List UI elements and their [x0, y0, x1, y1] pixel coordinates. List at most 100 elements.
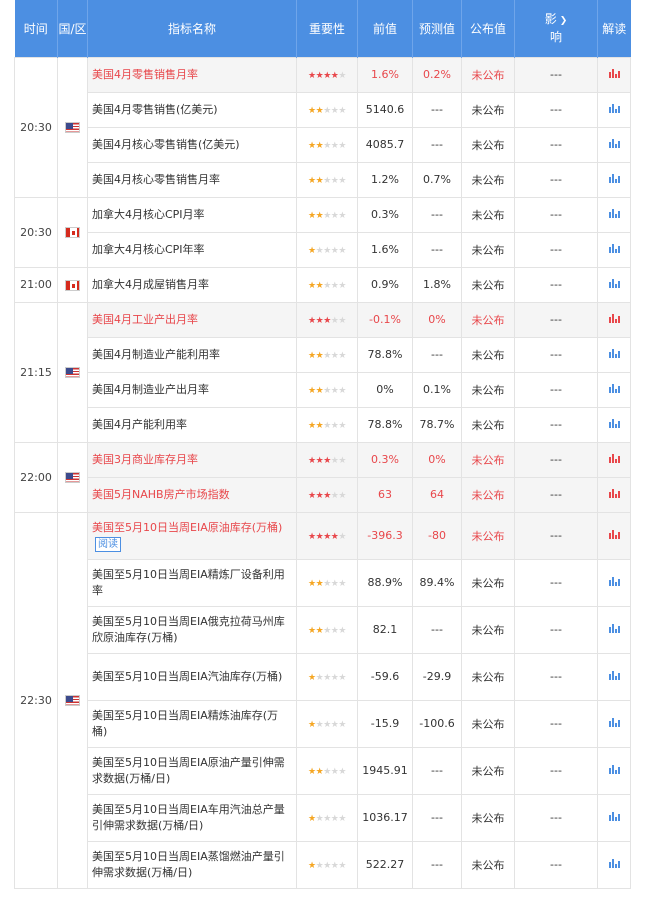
importance-stars: ★★★★★: [296, 196, 358, 233]
indicator-name[interactable]: 美国4月制造业产出月率: [87, 371, 297, 408]
bar-chart-icon[interactable]: [608, 173, 620, 183]
read-button[interactable]: 阅读: [95, 536, 121, 552]
star-icon: ★: [338, 861, 346, 871]
indicator-name[interactable]: 美国至5月10日当周EIA原油库存(万桶) 阅读: [87, 511, 297, 560]
table-row: 美国4月产能利用率 ★★★★★ 78.8% 78.7% 未公布 ---: [15, 406, 631, 443]
table-row: 美国至5月10日当周EIA俄克拉荷马州库欣原油库存(万桶) ★★★★★ 82.1 --…: [15, 605, 631, 654]
interpret-cell[interactable]: [597, 301, 631, 338]
indicator-name[interactable]: 美国4月工业产出月率: [87, 301, 297, 338]
bar-chart-icon[interactable]: [608, 811, 620, 821]
indicator-name[interactable]: 加拿大4月核心CPI年率: [87, 231, 297, 268]
star-icon: ★: [323, 351, 331, 361]
bar-chart-icon[interactable]: [608, 68, 620, 78]
bar-chart-icon[interactable]: [608, 764, 620, 774]
star-icon: ★: [323, 211, 331, 221]
interpret-cell[interactable]: [597, 231, 631, 268]
event-time: 20:30: [14, 56, 58, 198]
interpret-cell[interactable]: [597, 406, 631, 443]
interpret-cell[interactable]: [597, 476, 631, 513]
actual-value: 未公布: [461, 441, 515, 478]
interpret-cell[interactable]: [597, 746, 631, 795]
bar-chart-icon[interactable]: [608, 348, 620, 358]
star-icon: ★: [308, 141, 316, 151]
indicator-name-text: 美国至5月10日当周EIA俄克拉荷马州库欣原油库存(万桶): [92, 614, 285, 644]
bar-chart-icon[interactable]: [608, 453, 620, 463]
impact-value: ---: [514, 511, 598, 560]
actual-value: 未公布: [461, 406, 515, 443]
indicator-name[interactable]: 美国4月核心零售销售月率: [87, 161, 297, 198]
interpret-cell[interactable]: [597, 56, 631, 93]
bar-chart-icon[interactable]: [608, 623, 620, 633]
star-icon: ★: [338, 720, 346, 730]
forecast-value: ---: [412, 91, 462, 128]
indicator-name[interactable]: 美国至5月10日当周EIA精炼油库存(万桶): [87, 699, 297, 748]
bar-chart-icon[interactable]: [608, 858, 620, 868]
bar-chart-icon[interactable]: [608, 243, 620, 253]
bar-chart-icon[interactable]: [608, 717, 620, 727]
bar-chart-icon[interactable]: [608, 670, 620, 680]
interpret-cell[interactable]: [597, 336, 631, 373]
indicator-name[interactable]: 美国4月制造业产能利用率: [87, 336, 297, 373]
forecast-value: 0.7%: [412, 161, 462, 198]
interpret-cell[interactable]: [597, 558, 631, 607]
actual-value: 未公布: [461, 605, 515, 654]
bar-chart-icon[interactable]: [608, 138, 620, 148]
impact-value: ---: [514, 605, 598, 654]
star-icon: ★: [338, 71, 346, 81]
interpret-cell[interactable]: [597, 441, 631, 478]
bar-chart-icon[interactable]: [608, 576, 620, 586]
indicator-name[interactable]: 美国3月商业库存月率: [87, 441, 297, 478]
indicator-name[interactable]: 美国4月产能利用率: [87, 406, 297, 443]
interpret-cell[interactable]: [597, 511, 631, 560]
indicator-name[interactable]: 美国至5月10日当周EIA原油产量引伸需求数据(万桶/日): [87, 746, 297, 795]
star-icon: ★: [338, 814, 346, 824]
interpret-cell[interactable]: [597, 371, 631, 408]
bar-chart-icon[interactable]: [608, 313, 620, 323]
indicator-name[interactable]: 美国4月零售销售(亿美元): [87, 91, 297, 128]
interpret-cell[interactable]: [597, 652, 631, 701]
indicator-name[interactable]: 美国至5月10日当周EIA汽油库存(万桶): [87, 652, 297, 701]
interpret-cell[interactable]: [597, 196, 631, 233]
star-icon: ★: [323, 71, 331, 81]
prev-value: 63: [357, 476, 413, 513]
impact-value: ---: [514, 161, 598, 198]
indicator-name[interactable]: 美国至5月10日当周EIA精炼厂设备利用率: [87, 558, 297, 607]
indicator-name[interactable]: 美国至5月10日当周EIA俄克拉荷马州库欣原油库存(万桶): [87, 605, 297, 654]
prev-value: 0%: [357, 371, 413, 408]
indicator-name-text: 美国4月零售销售(亿美元): [92, 102, 218, 116]
bar-chart-icon[interactable]: [608, 488, 620, 498]
bar-chart-icon[interactable]: [608, 278, 620, 288]
importance-stars: ★★★★★: [296, 91, 358, 128]
indicator-name[interactable]: 加拿大4月核心CPI月率: [87, 196, 297, 233]
event-time: 21:15: [14, 301, 58, 443]
interpret-cell[interactable]: [597, 840, 631, 889]
bar-chart-icon[interactable]: [608, 383, 620, 393]
chevron-down-icon[interactable]: ❯: [560, 16, 568, 26]
interpret-cell[interactable]: [597, 699, 631, 748]
indicator-name[interactable]: 美国4月核心零售销售(亿美元): [87, 126, 297, 163]
header-impact[interactable]: 影 ❯ 响: [514, 0, 598, 57]
star-icon: ★: [338, 141, 346, 151]
bar-chart-icon[interactable]: [608, 418, 620, 428]
interpret-cell[interactable]: [597, 91, 631, 128]
indicator-name[interactable]: 加拿大4月成屋销售月率: [87, 266, 297, 303]
table-row: 20:30 加拿大4月核心CPI月率 ★★★★★ 0.3% --- 未公布 ---: [14, 196, 631, 268]
indicator-name[interactable]: 美国5月NAHB房产市场指数: [87, 476, 297, 513]
interpret-cell[interactable]: [597, 266, 631, 303]
star-icon: ★: [323, 246, 331, 256]
bar-chart-icon[interactable]: [608, 103, 620, 113]
star-icon: ★: [308, 814, 316, 824]
indicator-name[interactable]: 美国至5月10日当周EIA车用汽油总产量引伸需求数据(万桶/日): [87, 793, 297, 842]
star-icon: ★: [308, 579, 316, 589]
interpret-cell[interactable]: [597, 126, 631, 163]
indicator-name[interactable]: 美国至5月10日当周EIA蒸馏燃油产量引伸需求数据(万桶/日): [87, 840, 297, 889]
impact-value: ---: [514, 266, 598, 303]
interpret-cell[interactable]: [597, 161, 631, 198]
bar-chart-icon[interactable]: [608, 529, 620, 539]
indicator-name[interactable]: 美国4月零售销售月率: [87, 56, 297, 93]
interpret-cell[interactable]: [597, 793, 631, 842]
star-icon: ★: [338, 626, 346, 636]
prev-value: 4085.7: [357, 126, 413, 163]
bar-chart-icon[interactable]: [608, 208, 620, 218]
interpret-cell[interactable]: [597, 605, 631, 654]
